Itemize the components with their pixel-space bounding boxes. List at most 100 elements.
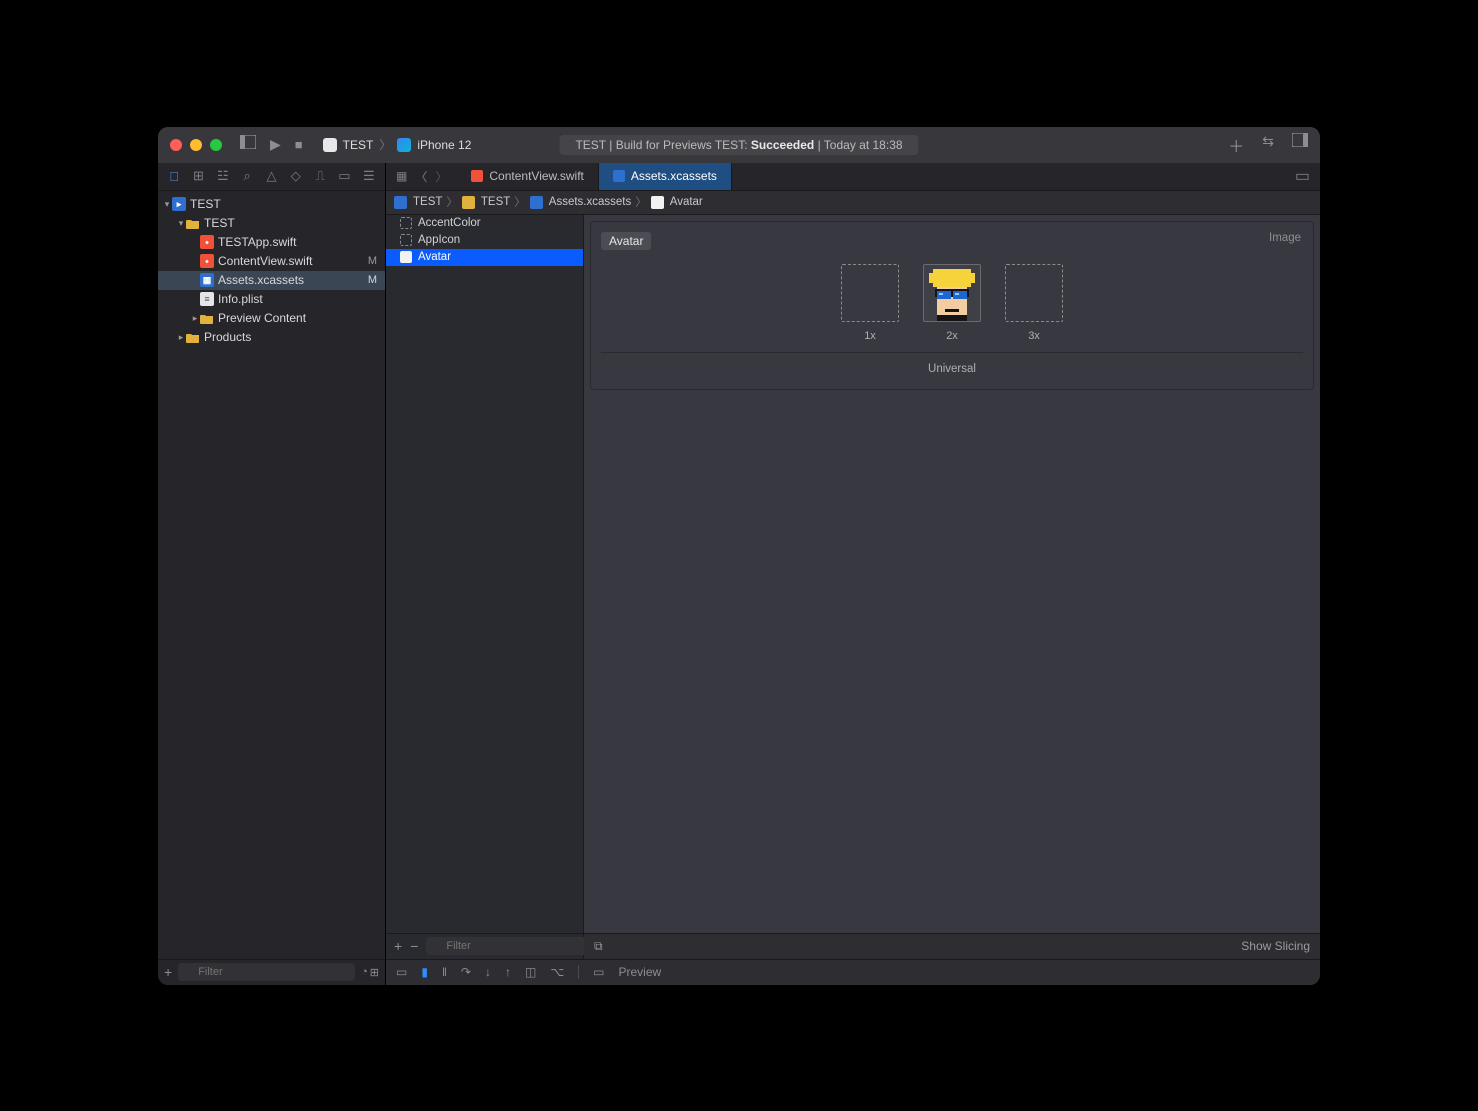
step-in-icon[interactable]: ↓	[485, 965, 491, 979]
tree-group-products[interactable]: ▸ Products	[158, 328, 385, 347]
issue-navigator-tab[interactable]: △	[262, 168, 280, 184]
find-navigator-tab[interactable]: ⌕	[238, 168, 256, 184]
step-over-icon[interactable]: ↷	[461, 965, 471, 979]
editor-options-icon[interactable]: ▭	[1285, 166, 1320, 186]
activity-status[interactable]: TEST | Build for Previews TEST: Succeede…	[559, 135, 918, 155]
tree-file-infoplist[interactable]: ≡ Info.plist	[158, 290, 385, 309]
stop-button[interactable]: ■	[295, 137, 303, 152]
overview-icon[interactable]: ⧉	[594, 939, 603, 954]
asset-item-appicon[interactable]: AppIcon	[386, 232, 583, 249]
tree-label: TEST	[190, 197, 221, 211]
tree-group[interactable]: ▾ TEST	[158, 214, 385, 233]
jumpbar-segment[interactable]: Avatar	[670, 196, 703, 208]
scheme-selector[interactable]: TEST 〉 iPhone 12	[323, 136, 472, 153]
canvas-toolbar: ⧉ Show Slicing	[584, 933, 1320, 959]
recent-filter-icon[interactable]: ◔	[361, 966, 368, 979]
pause-button[interactable]: ‖	[442, 965, 447, 979]
close-window-button[interactable]	[170, 139, 182, 151]
tree-root[interactable]: ▾ ▸ TEST	[158, 195, 385, 214]
asset-filter-input[interactable]	[426, 937, 594, 955]
disclosure-icon[interactable]: ▸	[190, 313, 200, 324]
breakpoints-toggle[interactable]: ▮	[421, 965, 428, 979]
scheme-project: TEST	[343, 138, 374, 152]
asset-outline-footer: + −	[386, 933, 583, 959]
run-button[interactable]: ▶	[270, 136, 281, 153]
debug-bar: ▭ ▮ ‖ ↷ ↓ ↑ ◫ ⌥ ▭ Preview	[386, 959, 1320, 985]
jumpbar-segment[interactable]: Assets.xcassets	[549, 196, 631, 208]
disclosure-icon[interactable]: ▾	[176, 218, 186, 229]
scm-badge: M	[368, 274, 377, 286]
tree-label: Preview Content	[218, 311, 306, 325]
xcodeproj-icon: ▸	[172, 197, 186, 211]
view-debug-icon[interactable]: ◫	[525, 965, 536, 979]
navigator-filter-input[interactable]	[178, 963, 355, 981]
disclosure-icon[interactable]: ▸	[176, 332, 186, 343]
jumpbar-segment[interactable]: TEST	[413, 196, 442, 208]
asset-item-avatar[interactable]: Avatar	[386, 249, 583, 266]
tab-assets[interactable]: Assets.xcassets	[599, 162, 732, 190]
code-review-button[interactable]: ⇆	[1262, 133, 1274, 157]
color-asset-icon	[400, 217, 412, 229]
swift-file-icon: ⬩	[200, 235, 214, 249]
related-items-icon[interactable]: ▦	[396, 169, 407, 183]
asset-label: AccentColor	[418, 217, 481, 229]
disclosure-icon[interactable]: ▾	[162, 199, 172, 210]
xcode-window: ▶ ■ TEST 〉 iPhone 12 TEST | Build for Pr…	[158, 127, 1320, 985]
asset-name-label[interactable]: Avatar	[601, 232, 651, 250]
asset-label: Avatar	[418, 251, 451, 263]
tree-label: Products	[204, 330, 251, 344]
folder-icon	[186, 218, 200, 229]
jump-bar[interactable]: TEST 〉 TEST 〉 Assets.xcassets 〉 Avatar	[386, 191, 1320, 215]
asset-type-label: Image	[1269, 232, 1301, 244]
window-controls	[170, 139, 222, 151]
tab-contentview[interactable]: ContentView.swift	[457, 162, 599, 190]
project-navigator-tab[interactable]: 􀈕	[165, 169, 183, 184]
image-well-1x[interactable]	[841, 264, 899, 322]
asset-card: Avatar Image 1x	[590, 221, 1314, 390]
scale-label: 3x	[1028, 330, 1040, 342]
add-asset-button[interactable]: +	[394, 938, 402, 954]
preview-icon[interactable]: ▭	[593, 965, 604, 979]
symbol-navigator-tab[interactable]: ☳	[214, 168, 232, 184]
memory-graph-icon[interactable]: ⌥	[550, 965, 564, 979]
breakpoint-navigator-tab[interactable]: ▭	[335, 168, 353, 184]
report-navigator-tab[interactable]: ☰	[360, 168, 378, 184]
asset-outline: AccentColor AppIcon Avatar + −	[386, 215, 584, 959]
asset-item-accentcolor[interactable]: AccentColor	[386, 215, 583, 232]
test-navigator-tab[interactable]: ◇	[287, 168, 305, 184]
preview-label[interactable]: Preview	[619, 965, 662, 979]
remove-asset-button[interactable]: −	[410, 938, 418, 954]
tree-label: TEST	[204, 216, 235, 230]
image-well-2x[interactable]	[923, 264, 981, 322]
editor-area: ▦ 〈 〉 ContentView.swift Assets.xcassets …	[386, 163, 1320, 985]
image-well-3x[interactable]	[1005, 264, 1063, 322]
jumpbar-segment[interactable]: TEST	[481, 196, 510, 208]
scm-filter-icon[interactable]: ⊞	[370, 966, 379, 979]
image-asset-icon	[400, 251, 412, 263]
hide-debug-icon[interactable]: ▭	[396, 965, 407, 979]
chevron-right-icon: 〉	[446, 194, 458, 210]
debug-navigator-tab[interactable]: ⎍	[311, 168, 329, 184]
tree-file-app[interactable]: ⬩ TESTApp.swift	[158, 233, 385, 252]
assets-icon	[530, 196, 543, 209]
library-button[interactable]: ＋	[1228, 133, 1244, 157]
step-out-icon[interactable]: ↑	[505, 965, 511, 979]
nav-forward-button[interactable]: 〉	[435, 168, 447, 185]
tree-file-contentview[interactable]: ⬩ ContentView.swift M	[158, 252, 385, 271]
tree-group-preview[interactable]: ▸ Preview Content	[158, 309, 385, 328]
add-button[interactable]: +	[164, 964, 172, 980]
tree-file-assets[interactable]: ▦ Assets.xcassets M	[158, 271, 385, 290]
show-slicing-button[interactable]: Show Slicing	[1241, 939, 1310, 953]
chevron-right-icon: 〉	[379, 136, 391, 153]
minimize-window-button[interactable]	[190, 139, 202, 151]
scale-label: 2x	[946, 330, 958, 342]
titlebar: ▶ ■ TEST 〉 iPhone 12 TEST | Build for Pr…	[158, 127, 1320, 163]
appicon-asset-icon	[400, 234, 412, 246]
zoom-window-button[interactable]	[210, 139, 222, 151]
toggle-navigator-icon[interactable]	[240, 135, 256, 154]
toggle-inspectors-icon[interactable]	[1292, 133, 1308, 157]
image-icon	[651, 196, 664, 209]
source-control-navigator-tab[interactable]: ⊞	[189, 168, 207, 184]
nav-back-button[interactable]: 〈	[415, 168, 427, 185]
scale-label: 1x	[864, 330, 876, 342]
